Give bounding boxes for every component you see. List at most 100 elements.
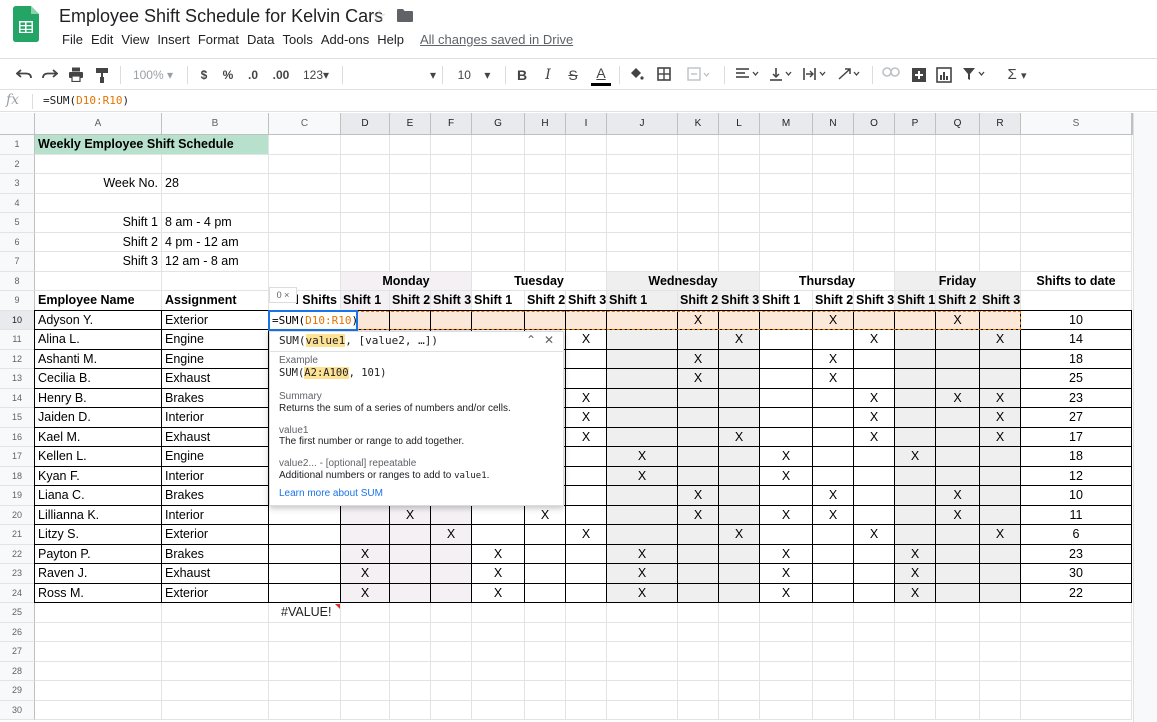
shift-mark-cell[interactable]: X <box>979 426 1021 447</box>
column-header-f[interactable]: F <box>431 113 472 135</box>
shift-cell[interactable] <box>606 524 678 545</box>
shift-cell[interactable] <box>524 309 566 330</box>
shift-cell[interactable] <box>759 426 813 447</box>
horizontal-align-icon[interactable] <box>732 64 764 86</box>
percent-format-button[interactable]: % <box>220 64 236 86</box>
grid-cell[interactable] <box>431 174 472 194</box>
grid-cell[interactable] <box>980 681 1021 701</box>
grid-cell[interactable] <box>813 252 854 272</box>
shift-cell[interactable] <box>677 407 719 428</box>
grid-cell[interactable] <box>341 232 390 252</box>
shift-cell[interactable] <box>759 309 813 330</box>
shift-cell[interactable] <box>565 465 607 486</box>
shift-cell[interactable] <box>853 563 895 584</box>
shifts-to-date-cell[interactable]: 18 <box>1020 348 1132 369</box>
shift-mark-cell[interactable]: X <box>565 329 607 350</box>
grid-cell[interactable] <box>525 135 566 155</box>
column-header-q[interactable]: Q <box>936 113 980 135</box>
grid-cell[interactable] <box>431 642 472 662</box>
shift-mark-cell[interactable]: X <box>606 543 678 564</box>
grid-cell[interactable] <box>390 681 431 701</box>
menu-insert[interactable]: Insert <box>153 32 194 47</box>
shift-cell[interactable] <box>606 348 678 369</box>
row-header-2[interactable]: 2 <box>0 154 35 174</box>
grid-cell[interactable] <box>980 232 1021 252</box>
grid-cell[interactable] <box>854 681 895 701</box>
shift-cell[interactable] <box>979 368 1021 389</box>
column-header-k[interactable]: K <box>678 113 719 135</box>
day-header-tuesday[interactable]: Tuesday <box>472 271 607 291</box>
grid-cell[interactable] <box>936 700 980 720</box>
grid-cell[interactable] <box>719 661 760 681</box>
shift-cell[interactable] <box>853 582 895 603</box>
spreadsheet-grid[interactable]: A B C D E F G H I J K L M N O P Q R S 1 2 3 4 5 6 7 8 9 10 11 12 13 14 15… <box>0 113 1157 722</box>
grid-cell[interactable] <box>607 642 678 662</box>
grid-cell[interactable] <box>980 252 1021 272</box>
shift-mark-cell[interactable]: X <box>718 426 760 447</box>
grid-cell[interactable] <box>269 252 341 272</box>
grid-cell[interactable] <box>472 603 525 623</box>
grid-cell[interactable] <box>431 193 472 213</box>
shifts-to-date-cell[interactable]: 17 <box>1020 426 1132 447</box>
close-icon[interactable]: ✕ <box>544 333 554 347</box>
column-header-e[interactable]: E <box>390 113 431 135</box>
grid-cell[interactable] <box>813 642 854 662</box>
day-header-wednesday[interactable]: Wednesday <box>607 271 760 291</box>
grid-cell[interactable] <box>269 232 341 252</box>
shift-header[interactable]: Shift 2 <box>525 291 566 311</box>
shift-mark-cell[interactable]: X <box>389 504 431 525</box>
grid-cell[interactable] <box>1021 174 1132 194</box>
shift-cell[interactable] <box>718 368 760 389</box>
grid-cell[interactable] <box>895 642 936 662</box>
insert-link-icon[interactable] <box>880 64 902 86</box>
grid-cell[interactable] <box>936 252 980 272</box>
grid-cell[interactable] <box>525 700 566 720</box>
total-shifts-cell[interactable] <box>268 582 341 603</box>
grid-cell[interactable] <box>936 174 980 194</box>
grid-cell[interactable] <box>566 154 607 174</box>
shift-cell[interactable] <box>935 368 980 389</box>
grid-cell[interactable] <box>854 700 895 720</box>
column-header-j[interactable]: J <box>607 113 678 135</box>
shift-cell[interactable] <box>718 485 760 506</box>
grid-cell[interactable] <box>566 622 607 642</box>
shift-cell[interactable] <box>935 329 980 350</box>
grid-cell[interactable] <box>719 232 760 252</box>
grid-cell[interactable] <box>854 232 895 252</box>
grid-cell[interactable] <box>936 135 980 155</box>
vertical-align-icon[interactable] <box>766 64 798 86</box>
grid-cell[interactable] <box>472 193 525 213</box>
grid-cell[interactable] <box>341 193 390 213</box>
grid-cell[interactable] <box>678 681 719 701</box>
row-header-24[interactable]: 24 <box>0 583 35 603</box>
row-header-28[interactable]: 28 <box>0 661 35 681</box>
shift-cell[interactable] <box>894 504 936 525</box>
grid-cell[interactable] <box>895 252 936 272</box>
select-all-corner[interactable] <box>0 113 35 135</box>
shift-mark-cell[interactable]: X <box>471 563 525 584</box>
shift-cell[interactable] <box>853 465 895 486</box>
shift-time-cell[interactable]: 12 am - 8 am <box>162 252 269 272</box>
shifts-to-date-cell[interactable]: 23 <box>1020 387 1132 408</box>
shift-cell[interactable] <box>389 582 431 603</box>
grid-cell[interactable] <box>678 213 719 233</box>
column-header-l[interactable]: L <box>719 113 760 135</box>
shift-mark-cell[interactable]: X <box>759 563 813 584</box>
shift-mark-cell[interactable]: X <box>812 309 854 330</box>
shift-mark-cell[interactable]: X <box>340 563 390 584</box>
grid-cell[interactable] <box>525 154 566 174</box>
shift-cell[interactable] <box>812 407 854 428</box>
shift-cell[interactable] <box>340 504 390 525</box>
row-header-30[interactable]: 30 <box>0 700 35 720</box>
employee-name-cell[interactable]: Kael M. <box>34 426 162 447</box>
shift-mark-cell[interactable]: X <box>718 329 760 350</box>
grid-cell[interactable] <box>936 232 980 252</box>
assignment-cell[interactable]: Brakes <box>161 485 269 506</box>
shift-mark-cell[interactable]: X <box>812 368 854 389</box>
employee-name-cell[interactable]: Adyson Y. <box>34 309 162 330</box>
grid-cell[interactable] <box>431 700 472 720</box>
employee-name-cell[interactable]: Liana C. <box>34 485 162 506</box>
active-cell-editor[interactable]: =SUM(D10:R10) <box>268 309 358 331</box>
shift-cell[interactable] <box>979 582 1021 603</box>
shift-mark-cell[interactable]: X <box>979 524 1021 545</box>
